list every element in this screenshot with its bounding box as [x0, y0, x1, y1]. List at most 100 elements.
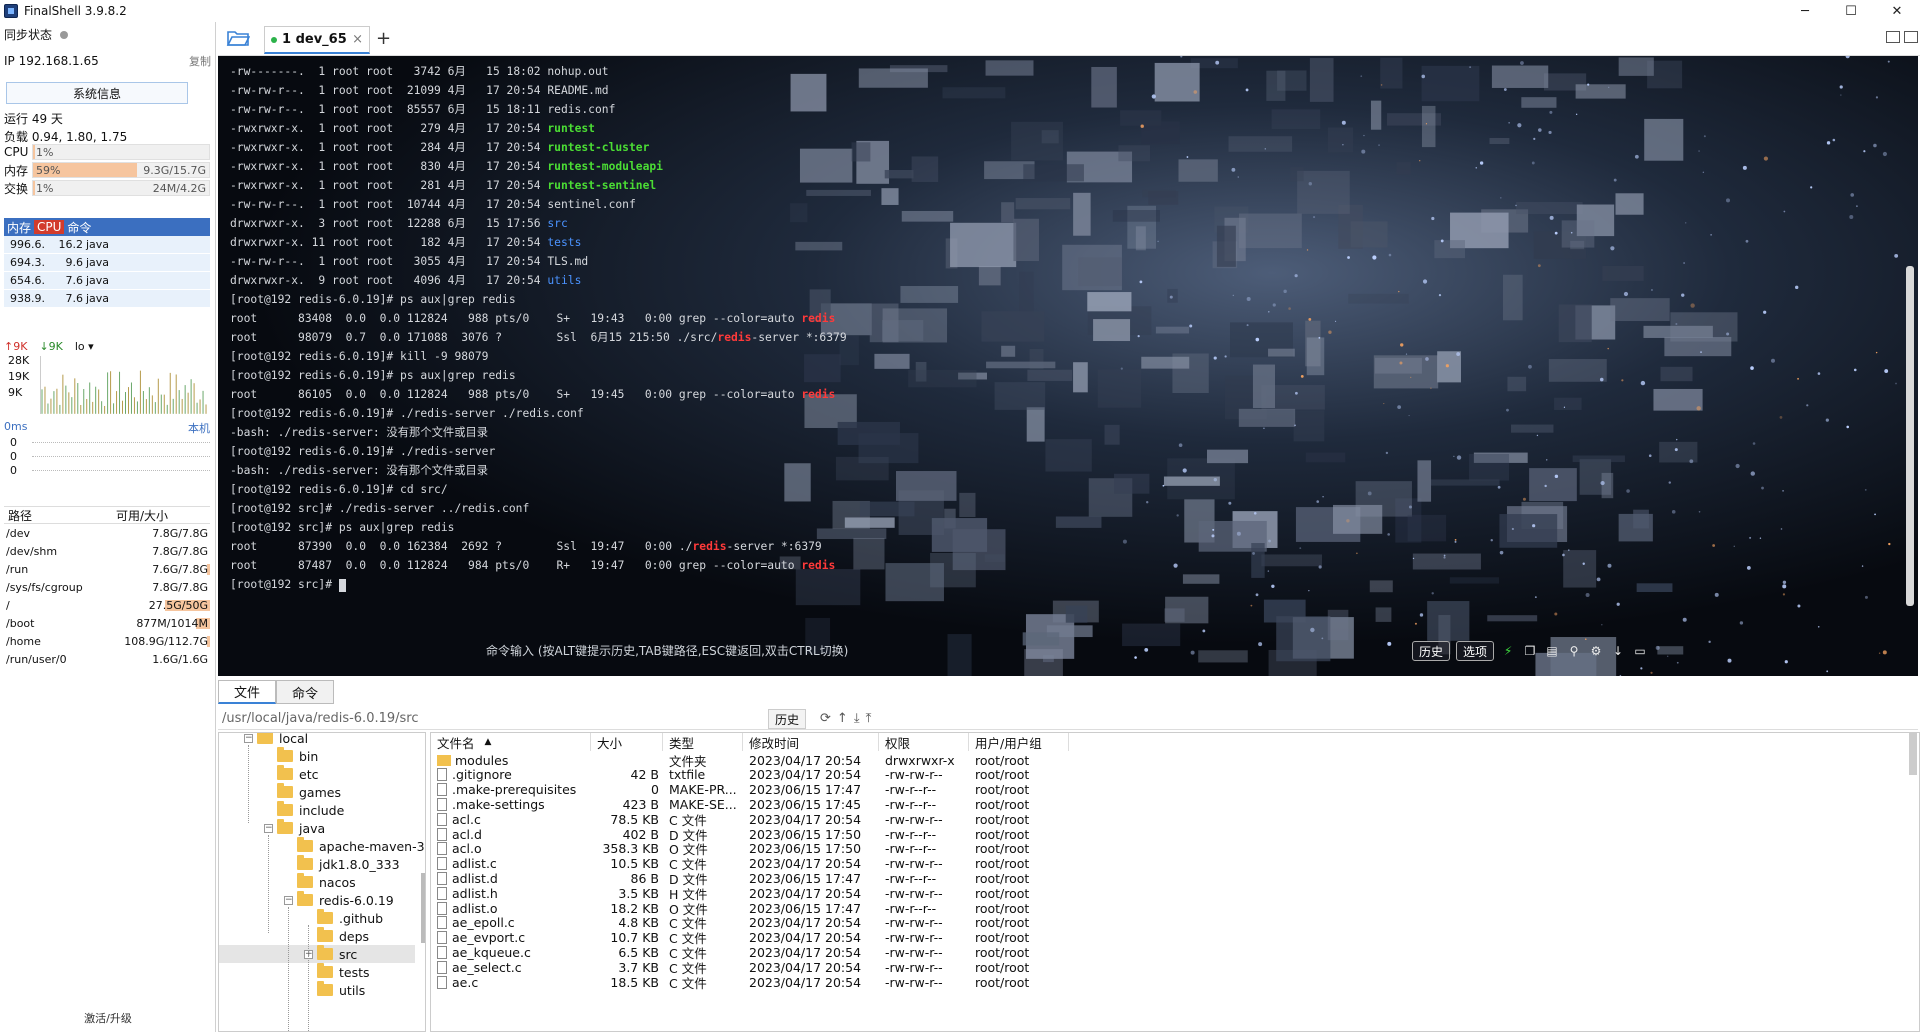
folder-icon — [437, 754, 451, 766]
upload-file-icon[interactable]: ⤒ — [866, 711, 872, 726]
tree-node[interactable]: jdk1.8.0_333 — [297, 855, 400, 873]
close-button[interactable]: ✕ — [1874, 0, 1920, 22]
process-row[interactable]: 654.6... 7.6java — [4, 272, 210, 290]
disk-row[interactable]: / 27.5G/50G — [4, 596, 210, 614]
tree-node[interactable]: local — [257, 733, 308, 747]
name-column-header[interactable]: 文件名 ▲ — [431, 733, 591, 751]
command-header[interactable]: 命令 — [64, 219, 94, 236]
background-sparkle — [1568, 549, 1570, 551]
disk-row[interactable]: /run 7.6G/7.8G — [4, 560, 210, 578]
background-sparkle — [1310, 627, 1315, 633]
session-tab[interactable]: 1 dev_65 × — [264, 26, 370, 54]
history-button[interactable]: 历史 — [1412, 641, 1451, 661]
background-sparkle — [1308, 182, 1312, 186]
file-icon — [437, 901, 447, 915]
tree-node[interactable]: java — [277, 819, 325, 837]
disk-row[interactable]: /boot 877M/1014M — [4, 614, 210, 632]
activate-upgrade-link[interactable]: 激活/升级 — [0, 1010, 216, 1026]
collapse-icon[interactable]: − — [284, 896, 293, 905]
current-path-input[interactable]: /usr/local/java/redis-6.0.19/src — [222, 711, 419, 726]
maximize-button[interactable]: ☐ — [1828, 0, 1874, 22]
disk-row[interactable]: /sys/fs/cgroup 7.8G/7.8G — [4, 578, 210, 596]
options-button[interactable]: 选项 — [1456, 641, 1495, 661]
terminal-text-segment: drwxrwxr-x. 3 root root 12288 6月 15 17:5… — [230, 217, 548, 230]
background-sparkle — [1146, 501, 1149, 504]
download-icon[interactable]: ↓ — [1610, 643, 1626, 659]
sort-mem-header[interactable]: 内存 — [4, 219, 34, 236]
minimize-button[interactable]: ─ — [1782, 0, 1828, 22]
background-sparkle — [1675, 323, 1678, 326]
copy-icon[interactable]: ❐ — [1522, 643, 1538, 659]
disk-path: / — [6, 598, 10, 612]
terminal-text-segment: root 87390 0.0 0.0 162384 2692 ? Ssl 19:… — [230, 540, 693, 553]
go-up-icon[interactable]: ↑ — [837, 711, 848, 726]
file-row[interactable]: ae.c 18.5 KB C 文件 2023/04/17 20:54 -rw-r… — [431, 973, 1919, 991]
tree-scrollbar[interactable] — [421, 873, 425, 943]
process-row[interactable]: 938.9... 7.6java — [4, 290, 210, 308]
disk-row[interactable]: /dev 7.8G/7.8G — [4, 524, 210, 542]
tree-node[interactable]: src — [219, 945, 415, 963]
background-block — [981, 311, 1045, 342]
disk-row[interactable]: /dev/shm 7.8G/7.8G — [4, 542, 210, 560]
tab-commands[interactable]: 命令 — [276, 680, 334, 704]
tree-node[interactable]: redis-6.0.19 — [297, 891, 394, 909]
time-column-header[interactable]: 修改时间 — [743, 733, 879, 751]
tree-node[interactable]: apache-maven-3.8.6 — [297, 837, 425, 855]
maximize-icon[interactable]: ▭ — [1632, 643, 1648, 659]
process-row[interactable]: 996.6... 16.2java — [4, 236, 210, 254]
search-icon[interactable]: ⚲ — [1566, 643, 1582, 659]
tree-node[interactable]: games — [277, 783, 341, 801]
download-file-icon[interactable]: ⤓ — [854, 711, 860, 726]
mem-meter-bar: 59% 9.3G/15.7G — [32, 162, 210, 178]
sort-cpu-header[interactable]: CPU — [34, 220, 65, 234]
size-column-header[interactable]: 大小 — [591, 733, 663, 751]
paste-icon[interactable]: ▤ — [1544, 643, 1560, 659]
terminal-scrollbar[interactable] — [1906, 266, 1914, 606]
owner-column-header[interactable]: 用户/用户组 — [969, 733, 1069, 751]
background-sparkle — [1779, 415, 1783, 419]
tree-node[interactable]: utils — [317, 981, 365, 999]
type-column-header[interactable]: 类型 — [663, 733, 743, 751]
collapse-icon[interactable]: − — [264, 824, 273, 833]
list-layout-icon[interactable] — [1904, 31, 1918, 43]
tree-node[interactable]: include — [277, 801, 344, 819]
terminal[interactable]: -rw-------. 1 root root 3742 6月 15 18:02… — [218, 56, 1918, 676]
collapse-icon[interactable]: − — [244, 734, 253, 743]
close-tab-icon[interactable]: × — [352, 32, 363, 47]
background-sparkle — [1626, 489, 1630, 493]
terminal-line: -rwxrwxr-x. 1 root root 830 4月 17 20:54 … — [230, 157, 847, 176]
gear-icon[interactable]: ⚙ — [1588, 643, 1604, 659]
lightning-icon[interactable]: ⚡ — [1500, 643, 1516, 659]
add-tab-icon[interactable]: + — [376, 28, 391, 49]
tree-connector-line — [308, 925, 309, 1031]
tree-node[interactable]: etc — [277, 765, 318, 783]
tree-node-label: deps — [339, 928, 370, 944]
path-history-button[interactable]: 历史 — [768, 709, 807, 729]
open-folder-icon[interactable] — [226, 28, 250, 48]
tree-node[interactable]: .github — [317, 909, 383, 927]
tree-node[interactable]: nacos — [297, 873, 356, 891]
command-input-hint[interactable]: 命令输入 (按ALT键提示历史,TAB键路径,ESC键返回,双击CTRL切换) — [486, 642, 848, 659]
permission-column-header[interactable]: 权限 — [879, 733, 969, 751]
copy-ip-button[interactable]: 复制 — [189, 53, 211, 69]
tab-files[interactable]: 文件 — [218, 680, 276, 704]
background-sparkle — [1453, 455, 1455, 458]
tree-node[interactable]: bin — [277, 747, 318, 765]
disk-row[interactable]: /home 108.9G/112.7G — [4, 632, 210, 650]
background-block — [1664, 336, 1732, 357]
file-list-scrollbar[interactable] — [1909, 733, 1917, 775]
background-block — [978, 266, 1001, 286]
system-info-button[interactable]: 系统信息 — [6, 82, 188, 104]
grid-layout-icon[interactable] — [1886, 31, 1900, 43]
refresh-icon[interactable]: ⟳ — [820, 711, 831, 726]
latency-host[interactable]: 本机 — [188, 420, 210, 436]
disk-row[interactable]: /run/user/0 1.6G/1.6G — [4, 650, 210, 668]
interface-select[interactable]: lo ▾ — [75, 340, 94, 353]
background-block — [1271, 109, 1321, 130]
file-icon — [437, 783, 447, 797]
process-row[interactable]: 694.3... 9.6java — [4, 254, 210, 272]
tree-node[interactable]: deps — [317, 927, 369, 945]
background-block — [1055, 516, 1102, 528]
tree-node[interactable]: tests — [317, 963, 370, 981]
background-sparkle — [1515, 204, 1517, 207]
